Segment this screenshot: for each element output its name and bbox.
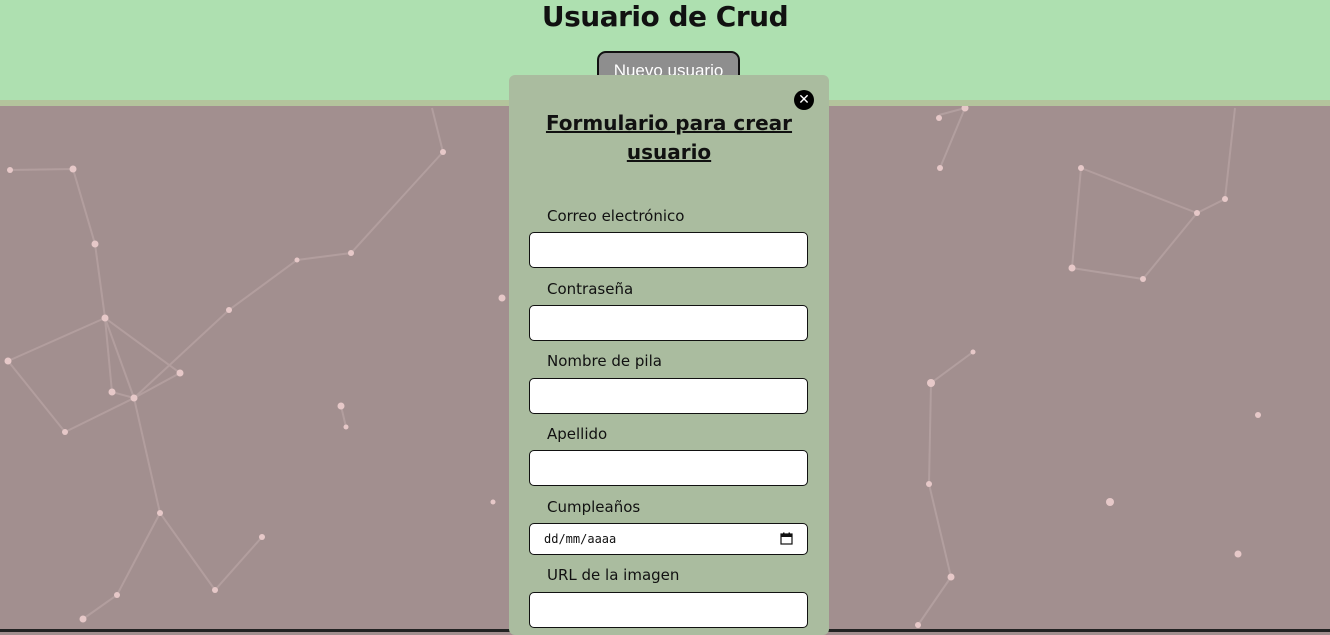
birthday-label: Cumpleaños	[547, 498, 641, 516]
calendar-icon[interactable]	[780, 532, 793, 545]
date-placeholder: dd/mm/aaaa	[544, 532, 617, 546]
first-name-label: Nombre de pila	[547, 352, 662, 370]
email-label: Correo electrónico	[547, 207, 685, 225]
email-field[interactable]	[529, 232, 808, 268]
page-title: Usuario de Crud	[541, 0, 789, 33]
close-icon[interactable]: ✕	[794, 90, 814, 110]
modal-title: Formulario para crear usuario	[545, 111, 793, 164]
first-name-field[interactable]	[529, 378, 808, 414]
birthday-date-input[interactable]: dd/mm/aaaa	[529, 523, 808, 555]
last-name-label: Apellido	[547, 425, 608, 443]
password-field[interactable]	[529, 305, 808, 341]
last-name-field[interactable]	[529, 450, 808, 486]
image-url-label: URL de la imagen	[547, 566, 680, 584]
password-label: Contraseña	[547, 280, 634, 298]
image-url-field[interactable]	[529, 592, 808, 628]
create-user-modal: ✕ Formulario para crear usuario Correo e…	[509, 75, 829, 635]
